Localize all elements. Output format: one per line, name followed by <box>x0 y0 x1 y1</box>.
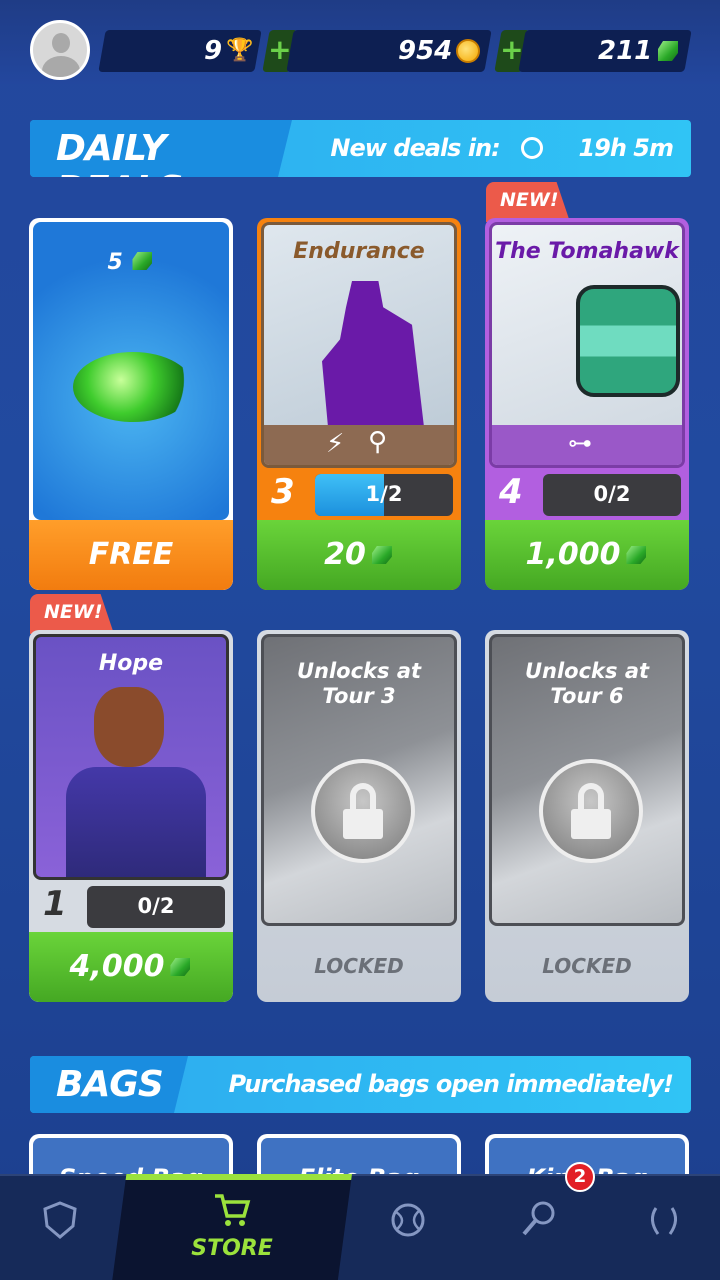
clock-icon <box>521 137 544 159</box>
card-level: 4 <box>499 472 523 512</box>
profile-avatar[interactable] <box>30 20 90 80</box>
gem-icon <box>624 544 648 566</box>
card-progress-bar: 0/2 <box>543 474 681 516</box>
new-tag: NEW! <box>30 594 114 634</box>
gem-icon <box>168 956 192 978</box>
coin-count: 954 <box>397 36 452 66</box>
card-progress-text: 1/2 <box>365 482 403 506</box>
nav-store[interactable]: STORE <box>112 1174 352 1280</box>
racket-icon: ⚲ <box>368 427 388 457</box>
lightning-icon: ⚡ <box>326 429 345 459</box>
price-value: 4,000 <box>69 949 165 984</box>
card-progress-text: 0/2 <box>137 894 175 918</box>
price-button[interactable]: 4,000 <box>29 932 233 1002</box>
wristband-icon <box>576 285 680 397</box>
new-deals-label: New deals in: <box>330 134 500 162</box>
price-value: 20 <box>324 537 366 572</box>
deal-card-locked: Unlocks at Tour 6 LOCKED <box>485 630 689 1002</box>
nav-leaderboard[interactable] <box>604 1176 720 1280</box>
card-level: 1 <box>43 884 67 924</box>
free-gem-amount: 5 <box>107 250 123 275</box>
coin-icon <box>456 39 480 63</box>
laurel-icon <box>651 1207 677 1235</box>
card-name: The Tomahawk <box>495 239 679 264</box>
notification-badge: 2 <box>565 1162 595 1192</box>
bottom-nav: STORE <box>0 1174 720 1280</box>
deal-card-hope[interactable]: Hope 1 0/2 4,000 <box>29 630 233 1002</box>
daily-deals-title: DAILY DEALS <box>56 128 166 169</box>
lock-icon <box>539 759 643 863</box>
store-label: STORE <box>191 1236 273 1261</box>
trophy-count: 9 <box>203 36 222 66</box>
deal-card-tomahawk[interactable]: The Tomahawk ⊶ 4 0/2 1,000 <box>485 218 689 590</box>
nav-play[interactable] <box>348 1176 468 1280</box>
tennis-ball-icon <box>391 1203 425 1237</box>
card-name: Hope <box>98 651 164 676</box>
deal-card-free-gems[interactable]: 5 FREE <box>29 218 233 590</box>
bags-title: BAGS <box>56 1064 163 1105</box>
free-price-bar[interactable]: FREE <box>29 520 233 590</box>
gem-counter[interactable]: 211 <box>518 30 692 72</box>
bags-subtitle: Purchased bags open immediately! <box>228 1070 674 1098</box>
price-button[interactable]: 1,000 <box>485 520 689 590</box>
gem-icon <box>130 250 154 272</box>
new-deals-timer: 19h 5m <box>578 134 674 162</box>
card-progress-text: 0/2 <box>593 482 631 506</box>
accuracy-icon: ⊶ <box>568 429 592 457</box>
deal-card-locked: Unlocks at Tour 3 LOCKED <box>257 630 461 1002</box>
bags-banner: BAGS Purchased bags open immediately! <box>30 1056 691 1113</box>
card-level: 3 <box>271 472 295 512</box>
top-bar: 9 🏆 + 954 + 211 <box>0 0 720 84</box>
trophy-icon: 🏆 <box>226 38 254 63</box>
card-progress-bar: 1/2 <box>315 474 453 516</box>
card-name: Endurance <box>293 239 425 264</box>
gem-icon <box>370 544 394 566</box>
nav-club[interactable] <box>0 1176 120 1280</box>
gem-pile-icon <box>73 352 193 422</box>
shield-icon <box>43 1201 77 1239</box>
unlock-text: Unlocks at Tour 3 <box>296 659 422 708</box>
coin-counter[interactable]: 954 <box>286 30 492 72</box>
locked-label: LOCKED <box>542 954 632 978</box>
hope-portrait-icon <box>94 687 164 767</box>
price-value: 1,000 <box>525 537 621 572</box>
daily-deals-banner: DAILY DEALS New deals in: 19h 5m <box>30 120 691 177</box>
gem-icon <box>656 39 680 63</box>
avatar-placeholder-icon <box>52 33 70 53</box>
locked-label: LOCKED <box>314 954 404 978</box>
boxer-silhouette-icon <box>322 281 424 427</box>
cart-icon <box>215 1194 251 1226</box>
card-progress-bar: 0/2 <box>87 886 225 928</box>
trophy-counter[interactable]: 9 🏆 <box>98 30 262 72</box>
new-tag: NEW! <box>486 182 570 222</box>
lock-icon <box>311 759 415 863</box>
deal-card-endurance[interactable]: Endurance ⚡ ⚲ 3 1/2 20 <box>257 218 461 590</box>
price-button[interactable]: 20 <box>257 520 461 590</box>
free-label: FREE <box>88 537 174 572</box>
gem-count: 211 <box>597 36 652 66</box>
unlock-text: Unlocks at Tour 6 <box>524 659 650 708</box>
racket-icon <box>522 1201 555 1236</box>
